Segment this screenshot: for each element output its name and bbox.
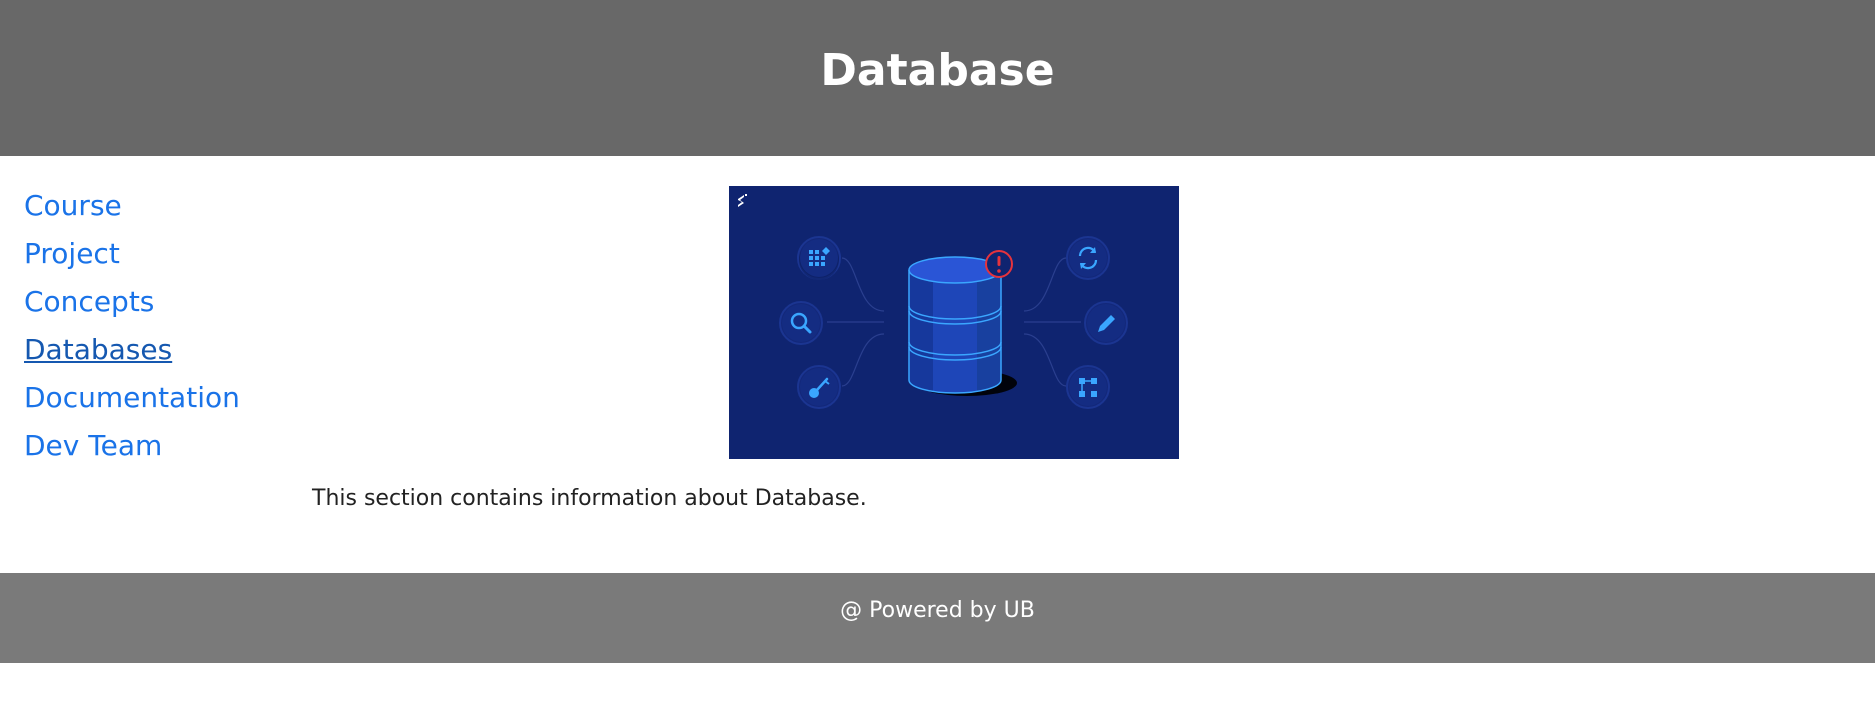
- grid-shapes-icon: [797, 236, 841, 280]
- page-footer: @ Powered by UB: [0, 573, 1875, 663]
- sidebar-item-course[interactable]: Course: [24, 182, 284, 230]
- refresh-icon: [1066, 236, 1110, 280]
- footer-text: @ Powered by UB: [840, 597, 1035, 623]
- search-icon: [779, 301, 823, 345]
- alert-icon: [985, 250, 1013, 278]
- hierarchy-icon: [1066, 365, 1110, 409]
- page-header: Database: [0, 0, 1875, 156]
- database-illustration: [729, 186, 1179, 459]
- section-description: This section contains information about …: [312, 486, 867, 511]
- pencil-icon: [1084, 301, 1128, 345]
- sidebar-item-dev-team[interactable]: Dev Team: [24, 422, 284, 470]
- sidebar-item-concepts[interactable]: Concepts: [24, 278, 284, 326]
- page-title: Database: [820, 44, 1055, 96]
- sidebar-item-documentation[interactable]: Documentation: [24, 374, 284, 422]
- sidebar-nav: Course Project Concepts Databases Docume…: [24, 182, 284, 470]
- sidebar-item-databases[interactable]: Databases: [24, 326, 284, 374]
- sidebar-item-project[interactable]: Project: [24, 230, 284, 278]
- key-icon: [797, 365, 841, 409]
